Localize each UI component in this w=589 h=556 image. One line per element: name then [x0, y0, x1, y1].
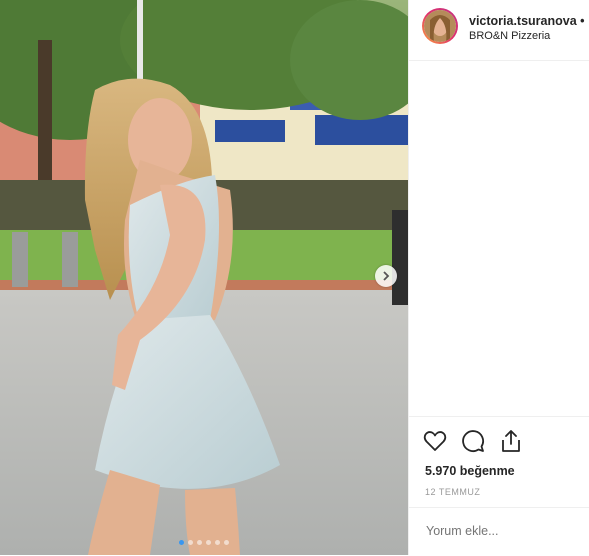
carousel-dot[interactable] [224, 540, 229, 545]
next-photo-button[interactable] [375, 265, 397, 287]
comment-input[interactable] [424, 523, 578, 539]
speech-bubble-icon [462, 430, 484, 452]
chevron-right-icon [381, 271, 391, 281]
carousel-dot[interactable] [206, 540, 211, 545]
carousel-dot[interactable] [215, 540, 220, 545]
location-link[interactable]: BRO&N Pizzeria [469, 30, 550, 42]
post-header: victoria.tsuranova • BRO&N Pizzeria [409, 0, 589, 61]
username-link[interactable]: victoria.tsuranova • [469, 14, 585, 28]
carousel-dot[interactable] [197, 540, 202, 545]
post-side-panel: victoria.tsuranova • BRO&N Pizzeria 5.97… [408, 0, 589, 555]
carousel-dot[interactable] [179, 540, 184, 545]
carousel-dot[interactable] [188, 540, 193, 545]
carousel-dots [0, 540, 408, 545]
heart-outline-icon [423, 431, 447, 451]
post-actions: 5.970 beğenme 12 TEMMUZ [409, 416, 589, 507]
post-date[interactable]: 12 TEMMUZ [425, 487, 480, 497]
comment-button[interactable] [461, 429, 487, 455]
comment-box [409, 507, 589, 556]
photo-image [0, 0, 408, 555]
post-photo[interactable] [0, 0, 408, 555]
username[interactable]: victoria.tsuranova [469, 14, 577, 28]
share-upload-icon [502, 430, 520, 452]
share-button[interactable] [499, 429, 525, 455]
header-separator: • [580, 14, 585, 28]
avatar[interactable] [422, 8, 458, 44]
like-count[interactable]: 5.970 beğenme [425, 464, 515, 478]
avatar-image [424, 10, 456, 42]
like-button[interactable] [423, 429, 449, 455]
